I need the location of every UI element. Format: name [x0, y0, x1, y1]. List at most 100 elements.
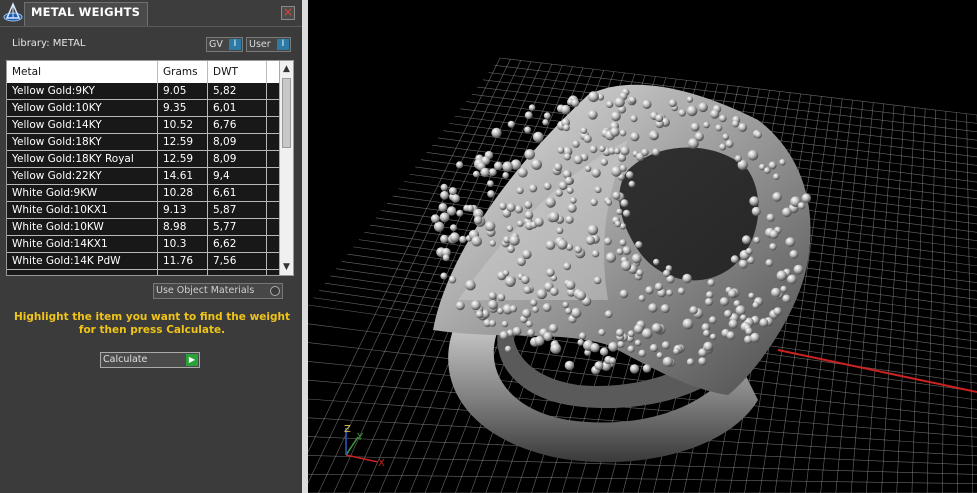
- pave-bead: [588, 110, 598, 120]
- play-arrow-icon: ▶: [186, 354, 198, 366]
- ring-model[interactable]: [430, 84, 812, 463]
- table-row[interactable]: White Gold:9KW 10.28 6,61: [7, 185, 279, 202]
- pave-bead: [627, 345, 635, 353]
- table-row[interactable]: Yellow Gold:9KY 9.05 5,82: [7, 83, 279, 100]
- pave-bead: [707, 279, 715, 287]
- column-header-dwt[interactable]: DWT: [208, 61, 267, 83]
- table-row[interactable]: Yellow Gold:10KY 9.35 6,01: [7, 100, 279, 117]
- scroll-down-arrow-icon[interactable]: ▼: [280, 261, 293, 273]
- pave-bead: [566, 187, 574, 194]
- pave-bead: [660, 304, 670, 314]
- pave-bead: [625, 171, 634, 179]
- table-row[interactable]: White Gold:10KX1 9.13 5,87: [7, 202, 279, 219]
- table-scrollbar[interactable]: ▲ ▼: [279, 61, 293, 275]
- pave-bead: [440, 190, 449, 200]
- table-row[interactable]: White Gold:14K PdW 11.76 7,56: [7, 253, 279, 270]
- column-header-grams[interactable]: Grams: [158, 61, 208, 83]
- dwt-cell: 8,09: [208, 151, 267, 167]
- pave-bead: [590, 198, 598, 207]
- pave-bead: [459, 235, 467, 244]
- metal-cell: Yellow Gold:9KY: [7, 83, 158, 99]
- pave-bead: [766, 213, 775, 222]
- table-row[interactable]: Yellow Gold:18KY Royal 12.59 8,09: [7, 151, 279, 168]
- pave-bead: [627, 330, 635, 338]
- pave-bead: [614, 220, 622, 228]
- pave-bead: [769, 243, 777, 251]
- pave-bead: [710, 109, 720, 119]
- gv-toggle-switch-icon: I: [229, 39, 241, 50]
- spacer-cell: [267, 202, 279, 218]
- gv-library-toggle[interactable]: GV I: [206, 37, 243, 52]
- pave-bead: [532, 131, 544, 143]
- table-row-partial[interactable]: [7, 270, 279, 275]
- table-header: Metal Grams DWT: [7, 61, 279, 83]
- pave-bead: [661, 341, 670, 350]
- instruction-line-1: Highlight the item you want to find the …: [14, 311, 290, 323]
- pave-bead: [765, 259, 774, 267]
- pave-bead: [641, 148, 649, 157]
- pave-bead: [725, 139, 734, 148]
- use-object-materials-toggle[interactable]: Use Object Materials: [153, 283, 283, 299]
- pave-bead: [522, 249, 532, 260]
- close-button[interactable]: ×: [281, 6, 295, 20]
- pave-bead: [456, 161, 464, 169]
- table-row[interactable]: White Gold:10KW 8.98 5,77: [7, 219, 279, 236]
- dwt-cell: 5,82: [208, 83, 267, 99]
- pave-bead: [622, 209, 631, 218]
- table-row[interactable]: Yellow Gold:18KY 12.59 8,09: [7, 134, 279, 151]
- pave-bead: [594, 186, 602, 194]
- scroll-thumb[interactable]: [282, 78, 291, 148]
- pave-bead: [570, 197, 577, 204]
- pave-bead: [504, 345, 512, 353]
- pave-bead: [749, 196, 760, 207]
- pave-bead: [562, 124, 570, 132]
- pave-bead: [633, 324, 644, 334]
- grid-line: [955, 112, 958, 493]
- pave-bead: [773, 307, 782, 316]
- pave-bead: [516, 187, 524, 195]
- pave-bead: [565, 307, 572, 315]
- pave-bead: [593, 276, 602, 285]
- pave-bead: [782, 207, 792, 218]
- pave-bead: [548, 211, 560, 223]
- user-library-toggle[interactable]: User I: [246, 37, 291, 52]
- scroll-up-arrow-icon[interactable]: ▲: [280, 63, 293, 75]
- pave-bead: [440, 183, 448, 191]
- pave-bead: [754, 131, 762, 139]
- pave-bead: [610, 127, 620, 137]
- table-row[interactable]: White Gold:14KX1 10.3 6,62: [7, 236, 279, 253]
- column-header-metal[interactable]: Metal: [7, 61, 158, 83]
- pave-bead: [534, 217, 544, 227]
- pave-bead: [745, 247, 753, 255]
- pave-bead: [555, 189, 563, 197]
- 3d-viewport[interactable]: X Y Z: [308, 0, 977, 493]
- pave-bead: [641, 328, 653, 340]
- pave-bead: [583, 134, 592, 143]
- calculate-button[interactable]: Calculate ▶: [100, 352, 200, 368]
- grams-cell: [158, 270, 208, 275]
- pave-bead: [576, 290, 586, 301]
- pave-bead: [653, 258, 660, 266]
- pave-bead: [465, 279, 476, 291]
- pave-bead: [525, 320, 533, 328]
- pave-bead: [635, 241, 643, 249]
- pave-bead: [449, 232, 460, 243]
- pave-bead: [501, 320, 509, 328]
- calculate-label: Calculate: [103, 354, 148, 365]
- grams-cell: 8.98: [158, 219, 208, 235]
- pave-bead: [522, 308, 532, 318]
- pave-bead: [470, 300, 481, 311]
- pave-bead: [616, 248, 624, 256]
- library-label: Library: METAL: [12, 38, 86, 49]
- grid-line: [820, 101, 864, 493]
- pave-bead: [752, 301, 760, 309]
- pave-bead: [487, 190, 495, 198]
- pave-bead: [715, 124, 723, 132]
- pave-bead: [634, 339, 642, 347]
- table-row[interactable]: Yellow Gold:14KY 10.52 6,76: [7, 117, 279, 134]
- pave-bead: [572, 140, 580, 148]
- grid-line: [896, 107, 916, 493]
- pave-bead: [747, 150, 759, 161]
- pave-bead: [542, 119, 549, 126]
- table-row[interactable]: Yellow Gold:22KY 14.61 9,4: [7, 168, 279, 185]
